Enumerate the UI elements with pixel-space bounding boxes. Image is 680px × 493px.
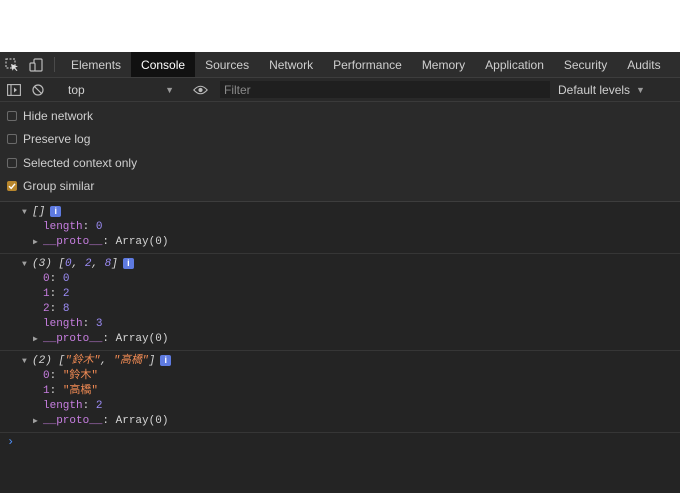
prompt-chevron-icon: › — [7, 435, 15, 449]
log-levels-label: Default levels — [558, 82, 631, 97]
array-item: "鈴木" — [65, 355, 101, 367]
collapsed-triangle-icon[interactable]: ▶ — [33, 414, 43, 429]
hide-network-checkbox[interactable] — [7, 110, 17, 121]
property-row: length: 3 — [43, 318, 103, 330]
array-count: (2) — [32, 355, 52, 367]
property-value: "鈴木" — [62, 370, 99, 382]
property-value: 0 — [95, 221, 103, 233]
property-key: 1 — [43, 385, 50, 397]
property-row: 1: 2 — [43, 288, 70, 300]
tab-sources[interactable]: Sources — [195, 52, 259, 77]
array-item: "高橋" — [113, 355, 149, 367]
log-levels-dropdown[interactable]: Default levels ▼ — [558, 83, 645, 97]
sidebar-toggle-icon[interactable] — [2, 83, 26, 96]
context-selector-label: top — [68, 82, 85, 97]
tab-audits[interactable]: Audits — [617, 52, 670, 77]
tab-elements[interactable]: Elements — [61, 52, 131, 77]
chevron-down-icon: ▼ — [165, 84, 174, 95]
toolbar-divider — [54, 57, 55, 72]
live-expression-eye-icon[interactable] — [180, 85, 220, 95]
tab-performance[interactable]: Performance — [323, 52, 412, 77]
proto-row[interactable]: ▶ __proto__: Array(0) — [0, 414, 680, 429]
property-value: 8 — [62, 303, 70, 315]
proto-row[interactable]: ▶ __proto__: Array(0) — [0, 332, 680, 347]
collapsed-triangle-icon[interactable]: ▶ — [33, 235, 43, 250]
array-header[interactable]: ▼ (3) [0, 2, 8] i — [0, 257, 680, 272]
property-key: __proto__ — [43, 333, 103, 345]
property-row: 0: 0 — [43, 273, 70, 285]
tab-security[interactable]: Security — [554, 52, 617, 77]
array-header[interactable]: ▼[] i — [0, 205, 680, 220]
tab-memory[interactable]: Memory — [412, 52, 475, 77]
proto-row[interactable]: ▶ __proto__: Array(0) — [0, 235, 680, 250]
devtools-panel: Elements Console Sources Network Perform… — [0, 52, 680, 493]
group-similar-checkbox[interactable] — [7, 181, 17, 192]
property-key: length — [43, 318, 83, 330]
tab-application[interactable]: Application — [475, 52, 554, 77]
preserve-log-checkbox[interactable] — [7, 134, 17, 145]
preserve-log-label: Preserve log — [23, 132, 91, 147]
filter-input[interactable] — [220, 81, 550, 98]
console-message: ▼[] i length: 0 ▶ __proto__: Array(0) — [0, 202, 680, 254]
property-value: Array(0) — [115, 236, 169, 248]
expanded-triangle-icon[interactable]: ▼ — [22, 205, 32, 220]
property-value: Array(0) — [115, 333, 169, 345]
clear-console-icon[interactable] — [26, 83, 50, 96]
console-settings-pane: Hide network Preserve log Selected conte… — [0, 102, 680, 202]
inspect-element-icon[interactable] — [0, 52, 24, 77]
devtools-tab-bar: Elements Console Sources Network Perform… — [0, 52, 680, 78]
array-header[interactable]: ▼ (2) ["鈴木", "高橋"] i — [0, 354, 680, 369]
property-row: 2: 8 — [43, 303, 70, 315]
property-key: __proto__ — [43, 415, 103, 427]
property-key: length — [43, 400, 83, 412]
selected-context-only-checkbox[interactable] — [7, 157, 17, 168]
collapsed-triangle-icon[interactable]: ▶ — [33, 332, 43, 347]
property-key: 0 — [43, 273, 50, 285]
property-value: "高橋" — [62, 385, 99, 397]
tab-network[interactable]: Network — [259, 52, 323, 77]
property-key: 2 — [43, 303, 50, 315]
console-toolbar: top ▼ Default levels ▼ — [0, 78, 680, 102]
property-key: 0 — [43, 370, 50, 382]
property-value: 3 — [95, 318, 103, 330]
console-prompt[interactable]: › — [0, 433, 680, 451]
tab-console[interactable]: Console — [131, 52, 196, 77]
property-row: 1: "高橋" — [43, 385, 99, 397]
property-value: 0 — [62, 273, 70, 285]
checkmark-icon — [8, 183, 16, 190]
array-preview: [] — [32, 206, 46, 218]
group-similar-label: Group similar — [23, 179, 95, 194]
property-row: length: 0 — [43, 221, 103, 233]
property-row: length: 2 — [43, 400, 103, 412]
group-similar-option[interactable]: Group similar — [0, 175, 680, 199]
device-toolbar-icon[interactable] — [24, 52, 48, 77]
property-key: length — [43, 221, 83, 233]
property-value: 2 — [95, 400, 103, 412]
array-item: 0 — [65, 258, 72, 270]
property-key: __proto__ — [43, 236, 103, 248]
hide-network-label: Hide network — [23, 108, 94, 123]
expanded-triangle-icon[interactable]: ▼ — [22, 354, 32, 369]
preserve-log-option[interactable]: Preserve log — [0, 128, 680, 152]
property-value: 2 — [62, 288, 70, 300]
context-selector[interactable]: top ▼ — [58, 83, 180, 97]
array-count: (3) — [32, 258, 52, 270]
selected-context-only-option[interactable]: Selected context only — [0, 151, 680, 175]
expanded-triangle-icon[interactable]: ▼ — [22, 257, 32, 272]
selected-context-only-label: Selected context only — [23, 155, 138, 170]
info-icon: i — [50, 206, 62, 217]
info-icon: i — [160, 355, 172, 366]
console-message: ▼ (2) ["鈴木", "高橋"] i 0: "鈴木" 1: "高橋" lengt… — [0, 351, 680, 433]
property-value: Array(0) — [115, 415, 169, 427]
hide-network-option[interactable]: Hide network — [0, 104, 680, 128]
info-icon: i — [122, 258, 134, 269]
console-message: ▼ (3) [0, 2, 8] i 0: 0 1: 2 2: 8 length: 3… — [0, 254, 680, 351]
property-key: 1 — [43, 288, 50, 300]
property-row: 0: "鈴木" — [43, 370, 99, 382]
chevron-down-icon: ▼ — [636, 84, 645, 95]
